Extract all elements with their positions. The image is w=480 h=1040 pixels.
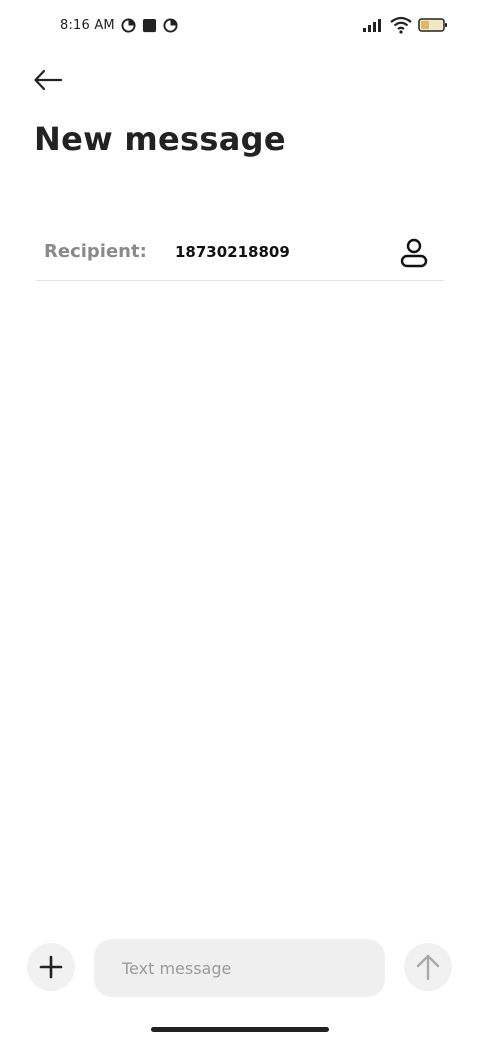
back-arrow-icon <box>34 69 63 91</box>
plus-icon <box>39 955 63 979</box>
status-time: 8:16 AM <box>60 18 115 33</box>
app-circle-icon <box>121 18 136 33</box>
wifi-icon <box>390 16 412 34</box>
recipient-label: Recipient: <box>44 241 147 262</box>
page-title: New message <box>34 120 286 158</box>
battery-icon <box>418 18 447 32</box>
recipient-row[interactable]: Recipient: 18730218809 <box>36 228 444 281</box>
status-right <box>362 16 448 34</box>
recipient-number[interactable]: 18730218809 <box>175 243 290 261</box>
message-input[interactable] <box>94 939 385 997</box>
pick-contact-button[interactable] <box>398 237 430 269</box>
new-message-screen: 8:16 AM New message Recipient: 187302188… <box>0 0 480 1040</box>
app-square-icon <box>142 18 156 33</box>
add-attachment-button[interactable] <box>27 943 75 991</box>
send-button[interactable] <box>404 943 452 991</box>
status-left: 8:16 AM <box>60 18 178 33</box>
app-circle-icon <box>163 18 178 33</box>
status-bar: 8:16 AM <box>0 0 480 56</box>
send-arrow-up-icon <box>416 954 440 981</box>
home-indicator[interactable] <box>151 1027 329 1032</box>
contact-person-icon <box>400 238 428 268</box>
signal-icon <box>363 19 381 32</box>
back-button[interactable] <box>30 64 66 96</box>
